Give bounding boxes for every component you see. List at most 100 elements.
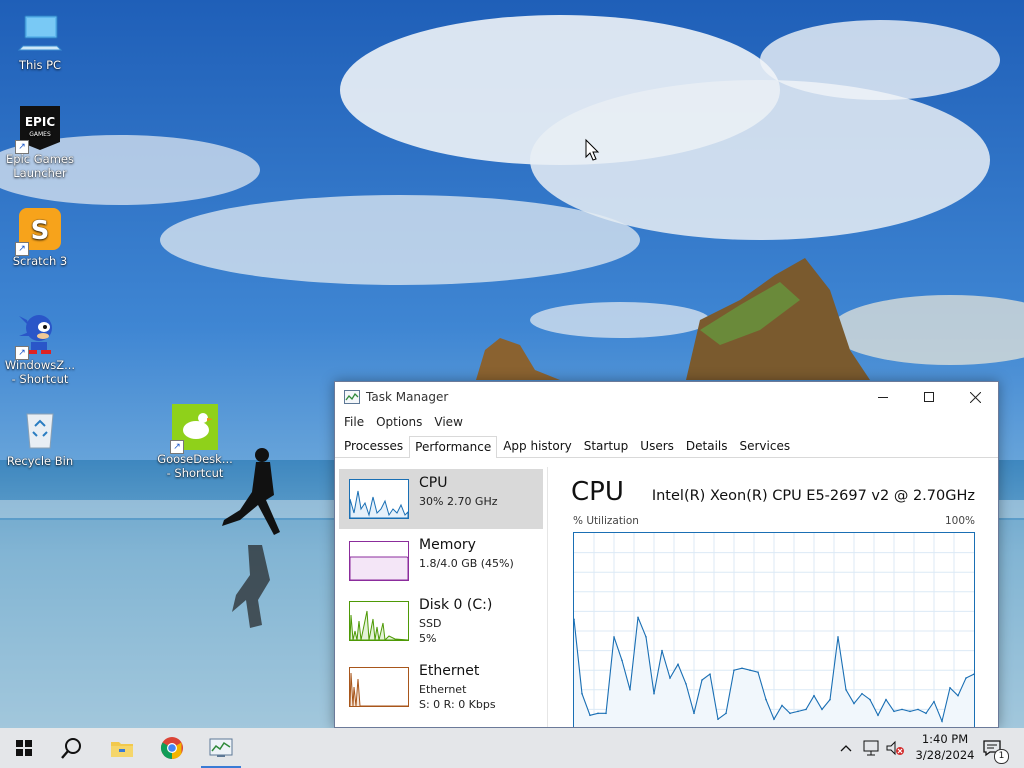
desktop-icon-scratch[interactable]: S ↗ Scratch 3 [0, 206, 80, 268]
title-bar[interactable]: Task Manager [335, 382, 998, 412]
cpu-data-point [709, 673, 711, 675]
cpu-data-point [917, 708, 919, 711]
utilization-label: % Utilization [573, 515, 639, 527]
minimize-button[interactable] [860, 382, 906, 412]
cpu-data-point [941, 720, 943, 722]
cpu-data-point [677, 663, 679, 666]
cpu-data-point [621, 659, 623, 662]
cpu-data-point [629, 689, 631, 691]
cpu-data-point [757, 671, 759, 673]
desktop-icon-label: GooseDesk... [157, 452, 233, 466]
menu-options[interactable]: Options [370, 415, 428, 429]
tab-startup[interactable]: Startup [578, 435, 635, 457]
clock-date: 3/28/2024 [915, 748, 975, 762]
menu-view[interactable]: View [428, 415, 468, 429]
task-manager-icon [209, 738, 233, 757]
task-manager-taskbar-button[interactable] [197, 728, 245, 768]
cpu-utilization-graph [573, 532, 975, 727]
cpu-data-point [965, 677, 967, 679]
resource-name: Disk 0 (C:) [419, 597, 493, 613]
memory-mini-graph [349, 541, 409, 581]
window-title: Task Manager [366, 390, 449, 404]
cpu-data-point [589, 714, 591, 717]
cpu-data-point [925, 712, 927, 715]
cpu-data-point [797, 710, 799, 713]
desktop-icon-this-pc[interactable]: This PC [0, 10, 80, 72]
cpu-data-point [789, 712, 791, 715]
cpu-data-point [701, 679, 703, 681]
cpu-data-point [733, 669, 735, 671]
clock[interactable]: 1:40 PM 3/28/2024 [910, 731, 980, 763]
chrome-button[interactable] [148, 728, 196, 768]
tab-users[interactable]: Users [634, 435, 680, 457]
ethernet-mini-graph [349, 667, 409, 707]
cpu-data-point [973, 673, 975, 675]
desktop-icon-epic-games[interactable]: EPIC GAMES ↗ Epic Games Launcher [0, 104, 80, 180]
cpu-detail-panel: CPU Intel(R) Xeon(R) CPU E5-2697 v2 @ 2.… [571, 467, 991, 727]
cpu-data-point [949, 687, 951, 689]
close-button[interactable] [952, 382, 998, 412]
cpu-data-point [821, 708, 823, 711]
shortcut-arrow-icon: ↗ [15, 346, 29, 360]
cpu-data-point [861, 692, 863, 695]
chrome-icon [161, 737, 183, 759]
cpu-data-point [909, 710, 911, 713]
resource-stat: SSD [419, 617, 442, 630]
cpu-data-point [805, 708, 807, 711]
utilization-max-label: 100% [944, 515, 975, 527]
desktop-icon-goosedesktop[interactable]: ↗ GooseDesk... - Shortcut [155, 404, 235, 480]
tab-services[interactable]: Services [734, 435, 797, 457]
cpu-data-point [669, 677, 671, 679]
desktop-icon-label: WindowsZ... [4, 358, 76, 372]
volume-muted-icon [886, 740, 904, 756]
resource-stat: Ethernet [419, 683, 467, 696]
tab-details[interactable]: Details [680, 435, 734, 457]
network-icon [863, 740, 879, 756]
cpu-model: Intel(R) Xeon(R) CPU E5-2697 v2 @ 2.70GH… [651, 488, 975, 504]
network-button[interactable] [860, 728, 882, 768]
resource-name: Ethernet [419, 663, 480, 679]
panel-divider [547, 467, 548, 727]
computer-icon [17, 10, 63, 56]
tab-performance[interactable]: Performance [409, 436, 498, 458]
desktop-icon-label: Scratch 3 [12, 254, 68, 268]
cpu-data-point [933, 700, 935, 703]
desktop-icon-label: Epic Games [6, 152, 74, 166]
desktop-icon-recycle-bin[interactable]: Recycle Bin [0, 406, 80, 468]
svg-text:GAMES: GAMES [29, 131, 51, 138]
start-button[interactable] [0, 728, 48, 768]
tab-app-history[interactable]: App history [497, 435, 578, 457]
menu-file[interactable]: File [338, 415, 370, 429]
cpu-data-point [829, 698, 831, 701]
cpu-data-point [661, 649, 663, 652]
resource-stat: 30% 2.70 GHz [419, 495, 498, 508]
cpu-data-point [645, 636, 647, 638]
resource-item-cpu[interactable]: CPU 30% 2.70 GHz [339, 469, 543, 529]
show-hidden-icons-button[interactable] [836, 728, 856, 768]
volume-button[interactable] [884, 728, 906, 768]
search-button[interactable] [48, 728, 96, 768]
cpu-data-point [845, 689, 847, 691]
tab-processes[interactable]: Processes [338, 435, 409, 457]
resource-stat-2: 5% [419, 632, 437, 645]
desktop-icon-windowsz[interactable]: ↗ WindowsZ... - Shortcut [0, 310, 80, 386]
resource-item-memory[interactable]: Memory 1.8/4.0 GB (45%) [339, 531, 543, 591]
cpu-data-point [893, 710, 895, 713]
task-manager-icon [344, 390, 360, 404]
cpu-mini-graph [349, 479, 409, 519]
svg-text:EPIC: EPIC [25, 115, 55, 129]
sonic-icon: ↗ [15, 310, 63, 360]
file-explorer-button[interactable] [98, 728, 146, 768]
desktop-icon-label: This PC [18, 58, 62, 72]
taskbar: 1:40 PM 3/28/2024 1 [0, 728, 1024, 768]
resource-item-ethernet[interactable]: Ethernet Ethernet S: 0 R: 0 Kbps [339, 657, 543, 717]
cpu-data-point [741, 667, 743, 670]
cpu-data-point [653, 692, 655, 695]
task-manager-window: Task Manager File Options View Processes… [334, 381, 999, 728]
goose-icon: ↗ [170, 404, 218, 454]
resource-item-disk[interactable]: Disk 0 (C:) SSD 5% [339, 591, 543, 651]
svg-text:S: S [31, 216, 50, 246]
search-icon [61, 738, 81, 759]
cpu-data-point [853, 702, 855, 705]
maximize-button[interactable] [906, 382, 952, 412]
